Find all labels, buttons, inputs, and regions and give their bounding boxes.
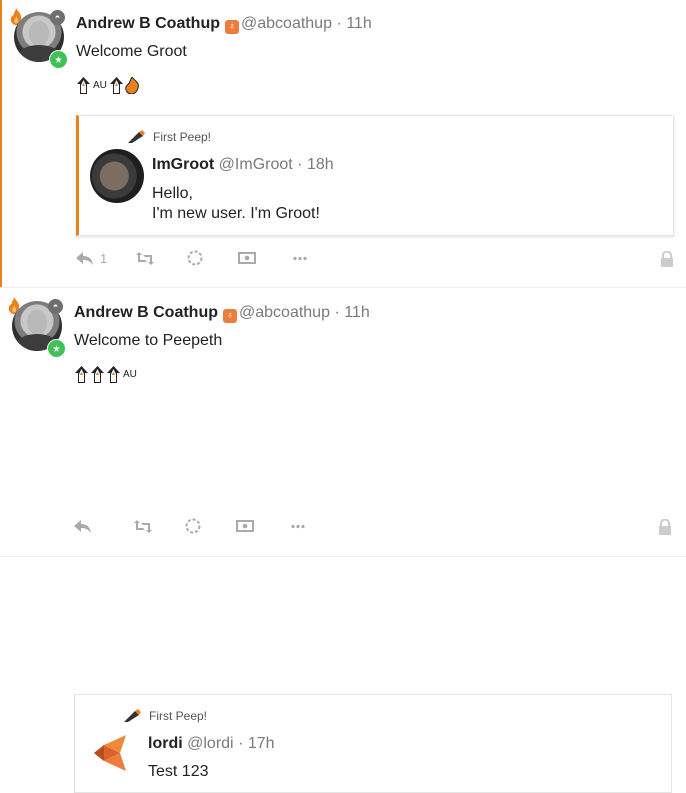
quoted-author-avatar[interactable] xyxy=(86,725,140,779)
peep-time[interactable]: 11h xyxy=(346,15,372,32)
quoted-text: Hello, I'm new user. I'm Groot! xyxy=(152,184,320,224)
lock-icon[interactable] xyxy=(660,251,674,267)
github-badge-icon[interactable]: ♁ xyxy=(223,309,237,323)
verified-star-icon xyxy=(47,339,66,358)
quoted-author-name[interactable]: lordi xyxy=(148,735,183,752)
reply-count: 1 xyxy=(100,250,108,266)
quoted-header: ImGroot @ImGroot · 18h xyxy=(152,156,334,174)
quoted-text-line: Hello, xyxy=(152,185,193,202)
penguin-badge-icon[interactable] xyxy=(90,366,105,383)
reshare-icon xyxy=(136,251,154,265)
flame-badge-icon[interactable] xyxy=(125,77,140,94)
author-handle[interactable]: @abcoathup xyxy=(239,304,330,321)
quoted-text: Test 123 xyxy=(148,762,208,782)
badge-row: AU xyxy=(74,366,138,383)
separator-dot: · xyxy=(238,735,244,752)
author-avatar[interactable]: ◓ xyxy=(10,8,68,69)
author-name[interactable]: Andrew B Coathup xyxy=(76,15,220,32)
penguin-badge-icon[interactable] xyxy=(76,77,91,94)
author-handle[interactable]: @abcoathup xyxy=(241,15,332,32)
peep-card: ◓ Andrew B Coathup ♁ @abcoathup · 11h Welc… xyxy=(0,289,686,793)
au-badge[interactable]: AU xyxy=(123,369,137,380)
quoted-text-line: I'm new user. I'm Groot! xyxy=(152,205,320,222)
reply-button[interactable]: 1 xyxy=(76,251,136,266)
author-avatar[interactable]: ◓ xyxy=(8,297,66,358)
quoted-author-name[interactable]: ImGroot xyxy=(152,156,214,173)
separator-dot: · xyxy=(297,156,303,173)
first-peep-icon xyxy=(128,130,145,143)
love-icon xyxy=(187,250,203,266)
reshare-button[interactable] xyxy=(136,251,187,265)
action-bar: 1 xyxy=(76,250,307,266)
reshare-icon xyxy=(134,519,152,533)
love-icon xyxy=(185,518,201,534)
more-button[interactable] xyxy=(291,524,305,529)
au-badge[interactable]: AU xyxy=(93,80,107,91)
love-button[interactable] xyxy=(185,518,236,534)
peepeth-badge-icon: ◓ xyxy=(50,10,65,25)
tip-button[interactable] xyxy=(238,252,293,264)
first-peep-label: First Peep! xyxy=(153,130,212,144)
quoted-header: lordi @lordi · 17h xyxy=(148,735,275,753)
tip-button[interactable] xyxy=(236,520,291,532)
peep-header: Andrew B Coathup ♁ @abcoathup · 11h xyxy=(74,304,370,323)
reply-icon xyxy=(74,519,91,533)
tip-icon xyxy=(238,252,256,264)
penguin-badge-icon[interactable] xyxy=(74,366,89,383)
lock-icon[interactable] xyxy=(658,519,672,535)
quoted-peep[interactable]: First Peep! lordi @lordi · 17h Test 123 xyxy=(74,694,672,793)
separator-dot: · xyxy=(336,15,342,32)
more-icon xyxy=(291,524,305,528)
reply-icon xyxy=(76,251,93,265)
quoted-text-line: Test 123 xyxy=(148,763,209,780)
author-name[interactable]: Andrew B Coathup xyxy=(74,304,218,321)
reshare-button[interactable] xyxy=(134,519,185,533)
reply-button[interactable] xyxy=(74,519,134,533)
love-button[interactable] xyxy=(187,250,238,266)
peepeth-badge-icon: ◓ xyxy=(48,299,63,314)
peep-card: ◓ Andrew B Coathup ♁ @abcoathup · 11h Welc… xyxy=(0,0,686,288)
separator-dot: · xyxy=(334,304,340,321)
peep-text: Welcome Groot xyxy=(76,43,187,60)
first-peep-icon xyxy=(124,709,141,722)
quoted-time[interactable]: 17h xyxy=(248,735,275,752)
badge-row: AU xyxy=(76,77,140,94)
peep-text: Welcome to Peepeth xyxy=(74,332,223,349)
quoted-time[interactable]: 18h xyxy=(307,156,334,173)
quoted-author-avatar[interactable] xyxy=(90,149,144,203)
peep-header: Andrew B Coathup ♁ @abcoathup · 11h xyxy=(76,15,372,34)
peep-divider xyxy=(0,556,686,557)
quoted-peep[interactable]: First Peep! ImGroot @ImGroot · 18h Hello… xyxy=(76,115,674,236)
github-badge-icon[interactable]: ♁ xyxy=(225,20,239,34)
action-bar xyxy=(74,518,305,534)
more-button[interactable] xyxy=(293,256,307,261)
tip-icon xyxy=(236,520,254,532)
peep-time[interactable]: 11h xyxy=(344,304,370,321)
more-icon xyxy=(293,256,307,260)
penguin-badge-icon[interactable] xyxy=(106,366,121,383)
peep-divider xyxy=(0,287,686,288)
verified-star-icon xyxy=(49,50,68,69)
quoted-author-handle[interactable]: @lordi xyxy=(187,735,233,752)
penguin-badge-icon[interactable] xyxy=(109,77,124,94)
quoted-author-handle[interactable]: @ImGroot xyxy=(219,156,293,173)
first-peep-label: First Peep! xyxy=(149,709,208,723)
